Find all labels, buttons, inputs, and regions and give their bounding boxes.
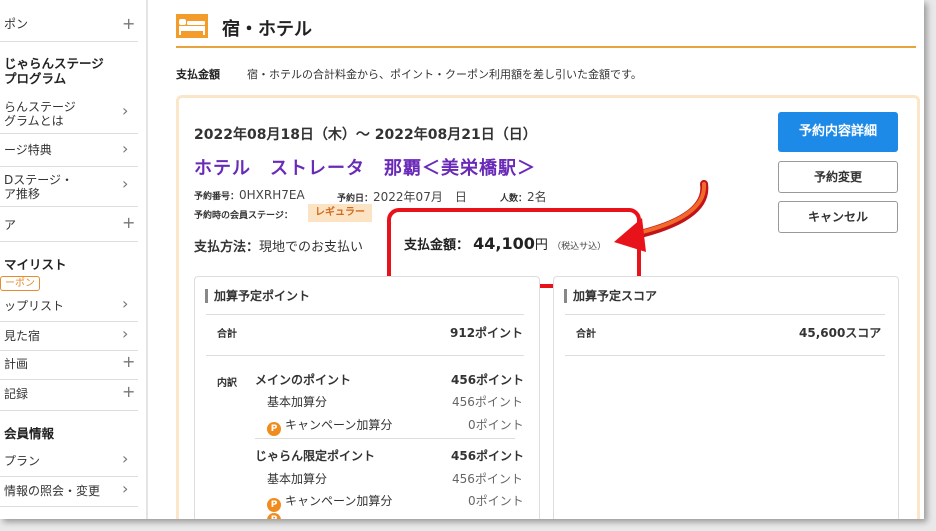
chevron-right-icon: › [122, 294, 129, 313]
divider [0, 350, 138, 351]
divider [0, 206, 138, 207]
divider [255, 438, 515, 439]
reservation-detail-button[interactable]: 予約内容詳細 [778, 112, 898, 152]
divider [0, 321, 138, 322]
divider [0, 41, 138, 42]
divider [565, 355, 885, 356]
divider [565, 314, 885, 315]
chevron-right-icon: › [122, 449, 129, 468]
people-count-label: 人数： [500, 194, 528, 204]
point-icon: P [267, 498, 281, 512]
annotation-arrow-icon [614, 180, 709, 252]
main-base-value: 456ポイント [452, 395, 523, 409]
divider [0, 166, 138, 167]
payment-method-label: 支払方法： [194, 240, 260, 255]
reservation-number-value: 0HXRH7EA [239, 188, 305, 202]
jalan-base-label: 基本加算分 [267, 472, 328, 486]
divider [0, 241, 138, 242]
sidebar-divider [146, 0, 148, 519]
sidebar-heading-member: 会員情報 [4, 426, 55, 441]
app-window: ポン + じゃらんステージ プログラム らんステージ グラムとは › ージ特典 … [0, 0, 924, 519]
score-panel: 加算予定スコア [553, 276, 899, 519]
divider [0, 379, 138, 380]
breakdown-label: 内訳 [217, 378, 237, 389]
sidebar-item-label: らんステージ グラムとは [4, 100, 76, 128]
sidebar-item-label: ア [4, 218, 17, 232]
reservation-number: 予約番号：0HXRH7EA [194, 188, 305, 202]
main-campaign-label: キャンペーン加算分 [285, 418, 393, 432]
points-total-value: 912ポイント [450, 326, 524, 340]
coupon-tag[interactable]: ーポン [0, 276, 40, 291]
pay-amount-description: 宿・ホテルの合計料金から、ポイント・クーポン利用額を差し引いた金額です。 [247, 68, 642, 81]
jalan-campaign-row: P キャンペーン加算分 [267, 492, 392, 512]
sidebar: ポン + じゃらんステージ プログラム らんステージ グラムとは › ージ特典 … [0, 0, 140, 519]
plus-icon[interactable]: + [122, 354, 135, 370]
sidebar-item-label: ポン [4, 17, 29, 31]
sidebar-item-label: 記録 [4, 387, 29, 401]
chevron-right-icon: › [122, 174, 129, 193]
divider [206, 355, 524, 356]
points-panel-title: 加算予定ポイント [205, 289, 310, 303]
chevron-right-icon: › [122, 101, 129, 120]
chevron-right-icon: › [122, 324, 129, 343]
payment-method: 支払方法：現地でのお支払い [194, 236, 363, 255]
reservation-number-label: 予約番号： [194, 192, 240, 202]
stay-dates: 2022年08月18日（木）～ 2022年08月21日（日） [194, 127, 537, 143]
sidebar-item-label: 見た宿 [4, 329, 41, 343]
member-stage-badge: レギュラー [308, 204, 372, 222]
divider [206, 314, 524, 315]
sidebar-item-label: プラン [4, 454, 41, 468]
jalan-campaign-value: 0ポイント [468, 494, 524, 508]
jalan-points-label: じゃらん限定ポイント [255, 449, 376, 463]
main-points-value: 456ポイント [451, 373, 525, 387]
divider [0, 133, 138, 134]
chevron-right-icon: › [122, 139, 129, 158]
plus-icon[interactable]: + [122, 16, 135, 32]
cancel-reservation-button[interactable]: キャンセル [778, 201, 898, 233]
sidebar-item-label: 計画 [4, 357, 29, 371]
sidebar-item-label: ップリスト [4, 299, 65, 313]
people-count: 人数：2名 [500, 188, 547, 205]
page-title: 宿・ホテル [222, 19, 312, 40]
people-count-value: 2名 [527, 190, 547, 204]
sidebar-item-label: Dステージ・ ア推移 [4, 173, 74, 201]
change-reservation-button[interactable]: 予約変更 [778, 161, 898, 193]
main-campaign-row: P キャンペーン加算分 [267, 416, 392, 436]
sidebar-item-label: 情報の照会・変更 [4, 484, 101, 498]
score-total-label: 合計 [576, 329, 596, 340]
pay-amount-label: 支払金額 [176, 68, 220, 81]
jalan-base-value: 456ポイント [452, 472, 523, 486]
main-base-label: 基本加算分 [267, 395, 328, 409]
jalan-campaign-label: キャンペーン加算分 [285, 494, 393, 508]
score-panel-title: 加算予定スコア [564, 289, 657, 303]
plus-icon[interactable]: + [122, 215, 135, 231]
member-stage-label: 予約時の会員ステージ： [194, 211, 293, 221]
score-total-value: 45,600スコア [799, 326, 882, 340]
jalan-points-value: 456ポイント [451, 449, 525, 463]
header-underline [176, 46, 916, 48]
main-campaign-value: 0ポイント [468, 418, 524, 432]
sidebar-item-label: ージ特典 [4, 143, 52, 157]
main-points-label: メインのポイント [255, 373, 352, 387]
reservation-date-label: 予約日： [337, 194, 374, 204]
divider [0, 476, 138, 477]
chevron-right-icon: › [122, 479, 129, 498]
divider [0, 410, 138, 411]
point-icon: P [267, 422, 281, 436]
payment-method-value: 現地でのお支払い [259, 240, 364, 255]
hotel-name-link[interactable]: ホテル ストレータ 那覇＜美栄橋駅＞ [194, 154, 536, 180]
points-total-label: 合計 [217, 329, 237, 340]
plus-icon[interactable]: + [122, 384, 135, 400]
reservation-date-value: 2022年07月 日 [373, 190, 467, 204]
sidebar-heading-stage: じゃらんステージ プログラム [4, 56, 104, 86]
divider [0, 506, 138, 507]
reservation-date: 予約日：2022年07月 日 [337, 188, 467, 205]
bed-icon [176, 14, 208, 38]
sidebar-heading-mylist: マイリスト [4, 257, 67, 272]
